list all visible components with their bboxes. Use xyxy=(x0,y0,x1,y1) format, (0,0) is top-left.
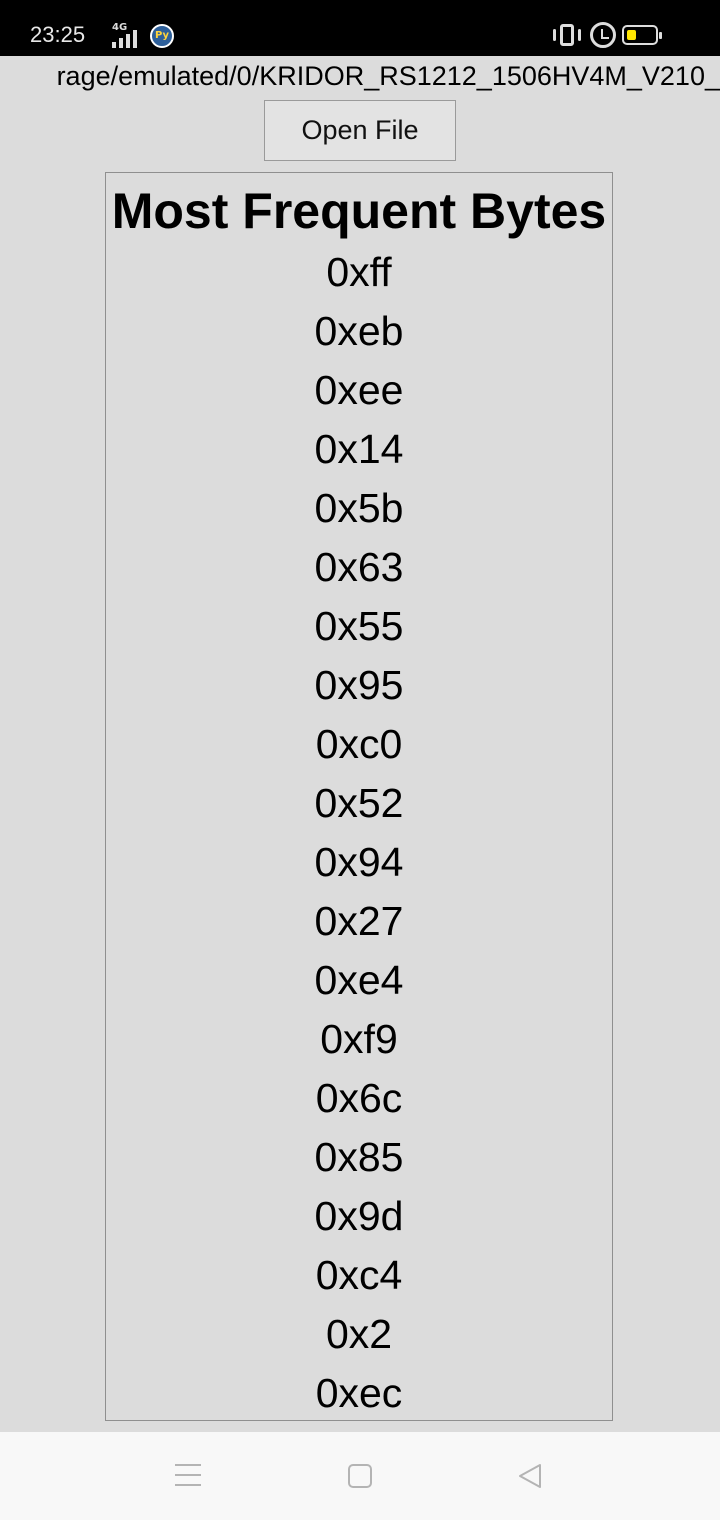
byte-item: 0x95 xyxy=(314,662,404,708)
vibrate-icon xyxy=(552,22,582,48)
pydroid-icon: Py xyxy=(150,24,174,48)
bytes-list: 0xff 0xeb 0xee 0x14 0x5b 0x63 0x55 0x95 … xyxy=(106,243,612,1423)
byte-item: 0x55 xyxy=(314,603,404,649)
most-frequent-bytes-panel: Most Frequent Bytes 0xff 0xeb 0xee 0x14 … xyxy=(105,172,613,1421)
byte-item: 0x63 xyxy=(314,544,404,590)
status-time: 23:25 xyxy=(30,22,86,47)
byte-item: 0xe4 xyxy=(314,957,404,1003)
byte-item: 0x27 xyxy=(314,898,404,944)
byte-item: 0xff xyxy=(326,249,392,295)
byte-item: 0xeb xyxy=(314,308,404,354)
byte-item: 0x52 xyxy=(314,780,404,826)
byte-item: 0xf9 xyxy=(320,1016,398,1062)
byte-item: 0xee xyxy=(314,367,404,413)
navigation-bar xyxy=(0,1432,720,1520)
byte-item: 0xec xyxy=(315,1370,403,1416)
status-bar: 23:25 4G Py xyxy=(0,0,720,56)
back-icon[interactable] xyxy=(516,1462,544,1490)
byte-item: 0xc0 xyxy=(315,721,403,767)
byte-item: 0x94 xyxy=(314,839,404,885)
alarm-icon xyxy=(590,22,616,48)
home-icon[interactable] xyxy=(348,1464,372,1488)
byte-item: 0x6c xyxy=(315,1075,403,1121)
battery-icon xyxy=(622,25,662,45)
byte-item: 0x2 xyxy=(325,1311,393,1357)
status-right-icons xyxy=(552,20,692,50)
byte-item: 0x85 xyxy=(314,1134,404,1180)
menu-icon[interactable] xyxy=(175,1464,201,1486)
bytes-panel-title: Most Frequent Bytes xyxy=(111,183,607,239)
byte-item: 0x14 xyxy=(314,426,404,472)
file-path-text: rage/emulated/0/KRIDOR_RS1212_1506HV4M_V… xyxy=(56,61,720,91)
byte-item: 0x5b xyxy=(314,485,404,531)
byte-item: 0xc4 xyxy=(315,1252,403,1298)
byte-item: 0x9d xyxy=(314,1193,404,1239)
signal-icon xyxy=(112,30,140,48)
file-path-label: rage/emulated/0/KRIDOR_RS1212_1506HV4M_V… xyxy=(0,56,720,96)
open-file-button[interactable]: Open File xyxy=(264,100,456,161)
